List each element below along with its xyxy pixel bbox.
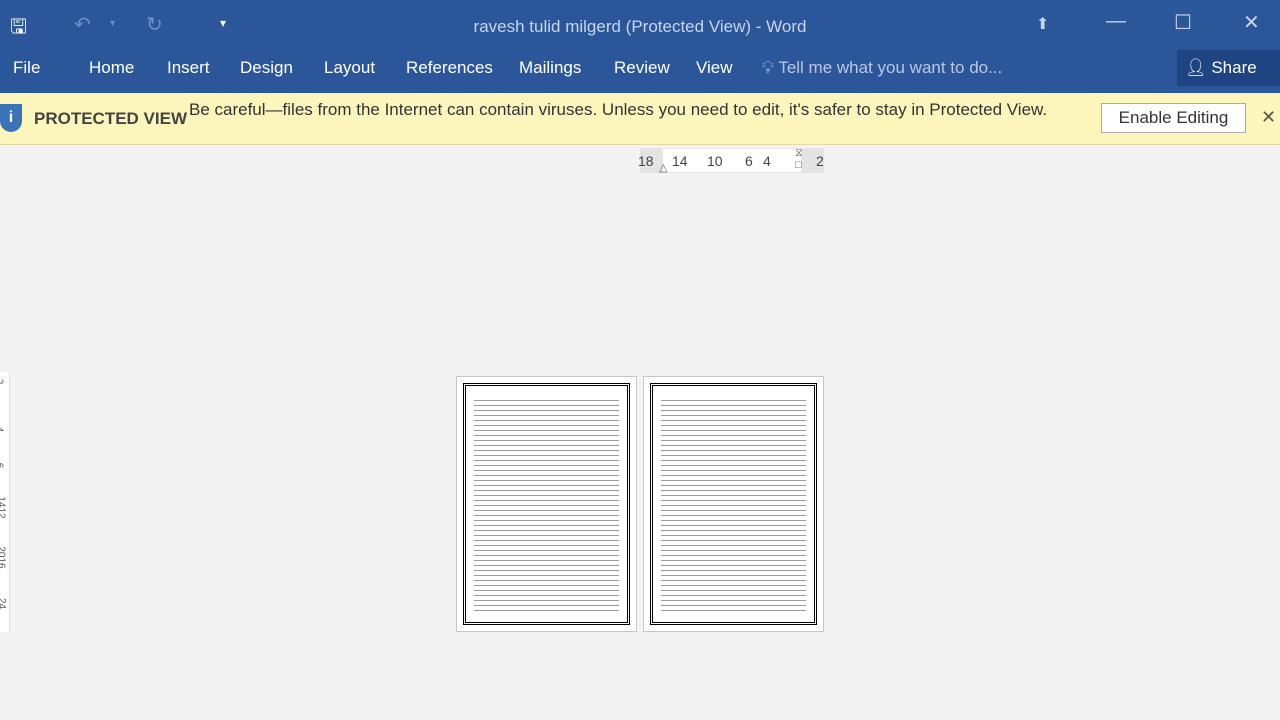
minimize-icon[interactable]: —: [1106, 10, 1126, 33]
ribbon: File Home Insert Design Layout Reference…: [0, 50, 1280, 93]
hanging-indent-marker-icon[interactable]: ⧖ □: [795, 147, 803, 171]
document-page-2[interactable]: [643, 376, 824, 632]
indent-marker-icon[interactable]: △: [659, 161, 667, 174]
tell-me-text: Tell me what you want to do...: [778, 58, 1003, 77]
page-text: [474, 398, 619, 612]
tell-me-box[interactable]: 💡︎ Tell me what you want to do...: [762, 58, 1002, 78]
horizontal-ruler[interactable]: 18 14 10 6 4 2 △ ⧖ □: [638, 147, 824, 174]
share-label: Share: [1211, 58, 1257, 77]
close-banner-icon[interactable]: ✕: [1261, 107, 1276, 128]
window-title: ravesh tulid milgerd (Protected View) - …: [473, 17, 807, 36]
ruler-tick: 14: [672, 153, 688, 169]
tab-layout[interactable]: Layout: [324, 58, 375, 78]
share-button[interactable]: 👤︎ Share: [1177, 50, 1280, 86]
ruler-tick: 6: [745, 153, 753, 169]
protected-view-message: Be careful—files from the Internet can c…: [189, 100, 1048, 119]
person-add-icon: 👤︎: [1185, 58, 1207, 77]
ribbon-display-icon[interactable]: ⬆: [1036, 14, 1049, 34]
shield-info-icon: i: [0, 104, 22, 132]
protected-view-banner: i PROTECTED VIEW Be careful—files from t…: [0, 93, 1280, 145]
title-bar: 🖫 ↶ ▾ ↻ ▾ ravesh tulid milgerd (Protecte…: [0, 0, 1280, 50]
protected-view-label: PROTECTED VIEW: [34, 109, 188, 128]
page-border: [650, 383, 817, 625]
tab-mailings[interactable]: Mailings: [519, 58, 581, 78]
maximize-icon[interactable]: ☐: [1174, 10, 1192, 35]
ruler-tick: 10: [707, 153, 723, 169]
tab-file[interactable]: File: [13, 58, 40, 78]
tab-design[interactable]: Design: [240, 58, 293, 78]
tab-view[interactable]: View: [696, 58, 733, 78]
ruler-tick: 18: [638, 153, 654, 169]
ruler-tick: 4: [0, 427, 4, 433]
ruler-tick: 2: [0, 379, 4, 385]
enable-editing-button[interactable]: Enable Editing: [1101, 103, 1246, 133]
ruler-tick: 2: [816, 153, 824, 169]
close-icon[interactable]: ✕: [1243, 10, 1260, 35]
ruler-tick: 1412: [0, 496, 7, 519]
lightbulb-icon: 💡︎: [762, 58, 774, 77]
tab-review[interactable]: Review: [614, 58, 670, 78]
document-page-1[interactable]: [456, 376, 637, 632]
tab-home[interactable]: Home: [89, 58, 134, 78]
ruler-tick: 2016: [0, 546, 7, 569]
ruler-tick: 24: [0, 597, 8, 610]
vertical-ruler[interactable]: 2 4 6 1412 2016 24: [0, 372, 10, 632]
ruler-tick: 6: [0, 463, 4, 469]
ruler-tick: 4: [763, 153, 771, 169]
page-border: [463, 383, 630, 625]
tab-insert[interactable]: Insert: [167, 58, 210, 78]
tab-references[interactable]: References: [406, 58, 493, 78]
page-text: [661, 398, 806, 612]
